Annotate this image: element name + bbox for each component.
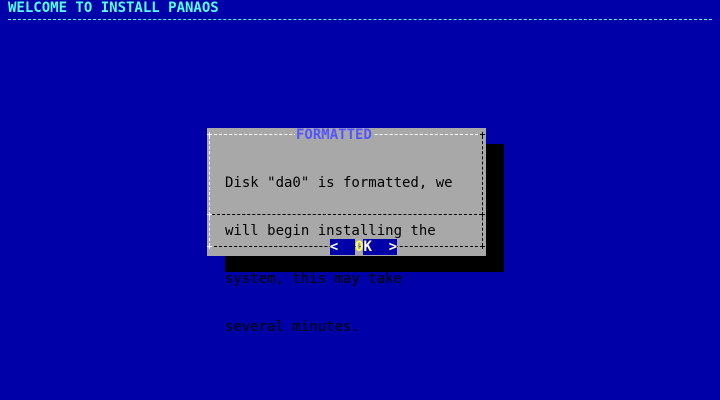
message-line: system, this may take (225, 271, 403, 287)
corner-sep-left (207, 212, 212, 217)
dialog-border-left (209, 136, 210, 246)
corner-bottom-left (207, 244, 212, 249)
ok-button-label: K (363, 239, 372, 255)
ok-button[interactable]: < OK > (296, 223, 398, 255)
dialog-message: Disk "da0" is formatted, we will begin i… (225, 143, 453, 367)
dialog-title: FORMATTED (295, 127, 373, 143)
ok-button-pad-left-2 (346, 239, 356, 255)
corner-sep-right (480, 212, 485, 217)
ok-button-left-bracket: < (329, 239, 339, 255)
backtitle-divider (8, 16, 712, 24)
ok-button-pad-left (338, 239, 347, 255)
backtitle: WELCOME TO INSTALL PANAOS (8, 0, 219, 16)
formatted-dialog: FORMATTED Disk "da0" is formatted, we wi… (207, 127, 486, 335)
message-line: several minutes. (225, 319, 360, 335)
dialog-border-right (482, 136, 483, 246)
message-line: Disk "da0" is formatted, we (225, 175, 453, 191)
ok-button-right-bracket: > (388, 239, 398, 255)
corner-top-right (480, 132, 485, 137)
corner-bottom-right (480, 244, 485, 249)
corner-top-left (207, 132, 212, 137)
ok-button-pad-right-2 (380, 239, 389, 255)
